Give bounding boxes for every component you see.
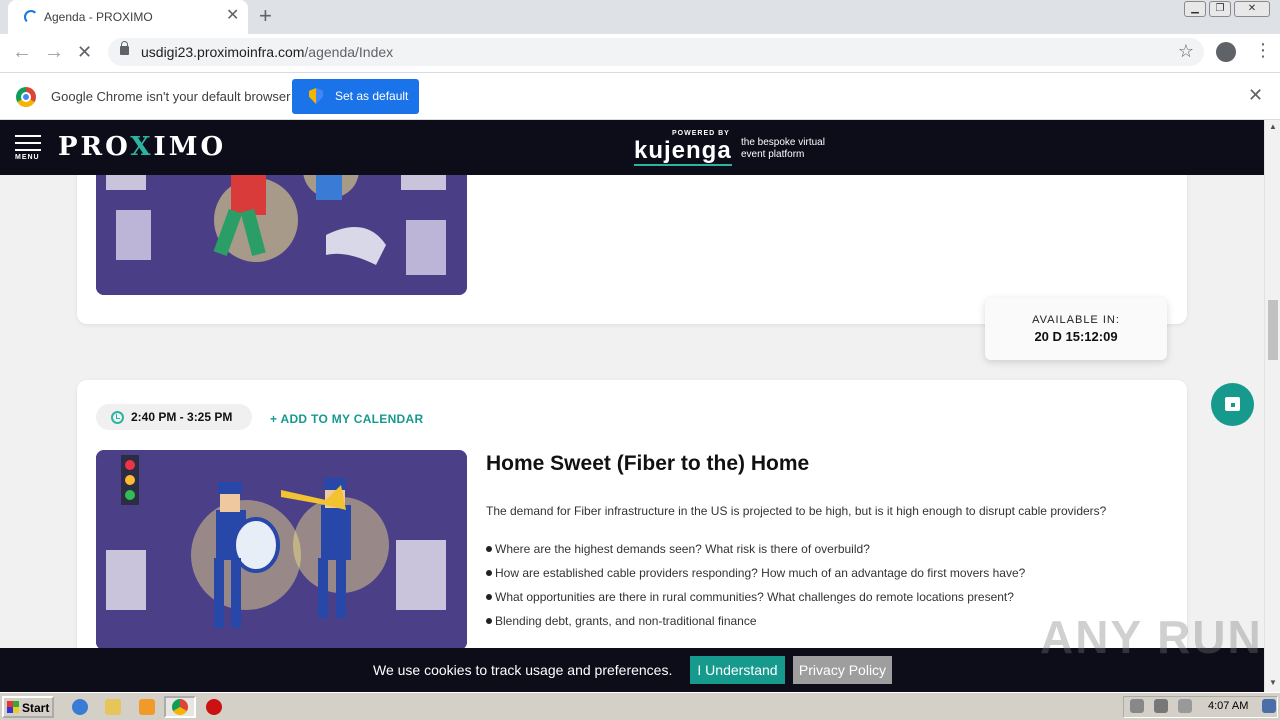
site-header: MENU PROXIMO POWERED BY kujenga the besp…: [0, 120, 1264, 175]
uac-shield-icon: [309, 88, 323, 104]
stop-loading-icon[interactable]: ✕: [77, 41, 92, 63]
new-tab-button[interactable]: +: [259, 4, 272, 28]
logo-text-post: IMO: [153, 132, 227, 162]
volume-icon[interactable]: [1130, 699, 1144, 713]
powered-by-label: POWERED BY: [672, 130, 730, 137]
windows-logo-icon: [7, 701, 19, 713]
my-calendar-fab-button[interactable]: [1211, 383, 1254, 426]
forward-icon[interactable]: →: [44, 41, 64, 63]
list-item: How are established cable providers resp…: [486, 566, 1146, 590]
scrollbar-thumb[interactable]: [1268, 300, 1278, 360]
browser-toolbar: ← → ✕ usdigi23.proximoinfra.com/agenda/I…: [0, 34, 1280, 72]
scroll-down-arrow-icon[interactable]: ▼: [1269, 678, 1277, 687]
network-icon[interactable]: [1154, 699, 1168, 713]
bookmark-star-icon[interactable]: ☆: [1178, 41, 1194, 62]
availability-countdown-value: 20 D 15:12:09: [1034, 329, 1118, 344]
close-window-button[interactable]: ✕: [1234, 1, 1270, 17]
availability-countdown: AVAILABLE IN: 20 D 15:12:09: [985, 298, 1167, 360]
tagline-line-1: the bespoke virtual: [741, 137, 825, 148]
chrome-icon: [172, 699, 188, 715]
kujenga-underline: [634, 164, 732, 166]
antivirus-icon[interactable]: [206, 699, 222, 715]
cookie-accept-button[interactable]: I Understand: [690, 656, 785, 684]
session-title: Home Sweet (Fiber to the) Home: [486, 452, 810, 475]
minimize-button[interactable]: ▁: [1184, 1, 1206, 17]
cookie-message: We use cookies to track usage and prefer…: [373, 662, 673, 678]
session-card: 2:40 PM - 3:25 PM + ADD TO MY CALENDAR H…: [77, 380, 1187, 648]
address-bar[interactable]: usdigi23.proximoinfra.com/agenda/Index ☆: [108, 38, 1204, 66]
file-explorer-icon[interactable]: [105, 699, 121, 715]
loading-spinner-icon: [24, 10, 38, 24]
profile-avatar-icon[interactable]: [1216, 42, 1236, 62]
url-host: usdigi23.proximoinfra.com: [141, 44, 305, 60]
infobar-close-icon[interactable]: ✕: [1248, 85, 1263, 106]
proximo-logo[interactable]: PROXIMO: [58, 132, 226, 162]
chrome-logo-icon: [16, 87, 36, 107]
menu-label[interactable]: MENU: [15, 154, 40, 161]
session-time-pill: 2:40 PM - 3:25 PM: [96, 404, 252, 430]
start-label: Start: [22, 701, 50, 715]
clock-icon: [111, 411, 124, 424]
tab-title: Agenda - PROXIMO: [44, 10, 153, 24]
page-viewport: AVAILABLE IN: 20 D 15:12:09 2:40 PM - 3:…: [0, 120, 1264, 648]
page-scrollbar[interactable]: ▲ ▼: [1264, 120, 1280, 692]
kujenga-wordmark: kujenga: [634, 137, 732, 164]
session-artwork-image: [96, 450, 467, 648]
tab-strip: Agenda - PROXIMO ✕ + ▁ ❐ ✕: [0, 0, 1280, 34]
scroll-up-arrow-icon[interactable]: ▲: [1269, 122, 1277, 131]
internet-explorer-icon[interactable]: [72, 699, 88, 715]
flag-icon[interactable]: [1178, 699, 1192, 713]
back-icon[interactable]: ←: [12, 41, 32, 63]
availability-label: AVAILABLE IN:: [1032, 314, 1120, 326]
url-text[interactable]: usdigi23.proximoinfra.com/agenda/Index: [141, 44, 393, 60]
menu-hamburger-icon[interactable]: [15, 135, 41, 156]
media-player-icon[interactable]: [139, 699, 155, 715]
set-as-default-label: Set as default: [335, 89, 409, 103]
kujenga-tagline: the bespoke virtual event platform: [741, 137, 825, 161]
url-path: /agenda/Index: [304, 44, 394, 60]
tab-close-icon[interactable]: ✕: [226, 7, 239, 25]
privacy-policy-button[interactable]: Privacy Policy: [793, 656, 892, 684]
browser-tab[interactable]: Agenda - PROXIMO ✕: [8, 0, 248, 34]
windows-taskbar: Start 4:07 AM: [0, 692, 1280, 720]
infobar-message: Google Chrome isn't your default browser: [51, 89, 291, 104]
lock-icon[interactable]: [120, 41, 129, 55]
set-as-default-button[interactable]: Set as default: [292, 79, 419, 114]
chrome-menu-icon[interactable]: ⋮: [1254, 40, 1272, 60]
default-browser-infobar: Google Chrome isn't your default browser…: [0, 72, 1280, 120]
add-to-calendar-link[interactable]: + ADD TO MY CALENDAR: [270, 412, 423, 426]
calendar-icon: [1225, 397, 1240, 411]
taskbar-clock: 4:07 AM: [1208, 700, 1249, 712]
list-item: Where are the highest demands seen? What…: [486, 542, 1146, 566]
system-tray: [1123, 696, 1278, 718]
tagline-line-2: event platform: [741, 149, 805, 160]
anyrun-watermark: ANY RUN: [1040, 611, 1263, 663]
restore-button[interactable]: ❐: [1209, 1, 1231, 17]
session-description: The demand for Fiber infrastructure in t…: [486, 504, 1107, 518]
session-time: 2:40 PM - 3:25 PM: [131, 410, 233, 424]
show-desktop-icon[interactable]: [1262, 699, 1276, 713]
chrome-taskbar-button[interactable]: [164, 696, 196, 718]
logo-text-pre: PRO: [58, 132, 131, 162]
start-button[interactable]: Start: [2, 696, 54, 718]
logo-text-x: X: [130, 132, 154, 162]
